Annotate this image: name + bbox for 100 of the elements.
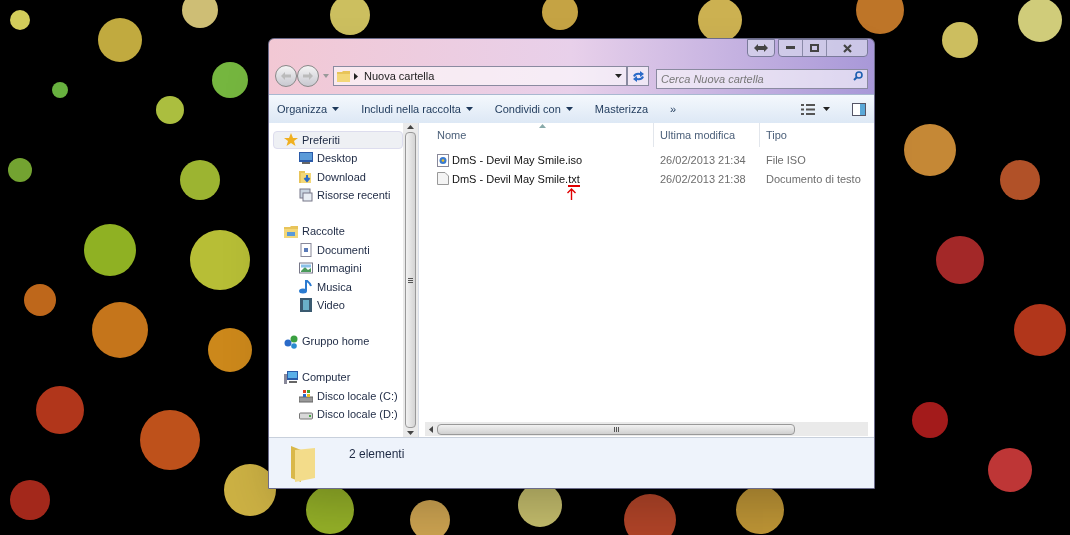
scroll-left-icon bbox=[429, 425, 433, 433]
forward-arrow-icon bbox=[303, 72, 313, 80]
bokeh-light bbox=[1000, 160, 1040, 200]
grip-icon bbox=[613, 426, 619, 432]
resize-button[interactable] bbox=[747, 39, 775, 57]
disc-file-icon bbox=[437, 153, 449, 167]
modified-date: 26/02/2013 21:38 bbox=[659, 171, 747, 187]
bokeh-light bbox=[190, 230, 250, 290]
chevron-icon bbox=[354, 72, 358, 80]
file-type: Documento di testo bbox=[765, 171, 862, 187]
recent-places-icon bbox=[299, 188, 313, 203]
column-header[interactable]: Tipo bbox=[759, 123, 874, 147]
address-bar[interactable]: Nuova cartella bbox=[333, 66, 627, 86]
grip-icon bbox=[408, 277, 413, 283]
bokeh-light bbox=[208, 328, 252, 372]
back-arrow-icon bbox=[281, 72, 291, 80]
bokeh-light bbox=[410, 500, 450, 535]
scroll-up-icon bbox=[407, 125, 414, 129]
search-icon bbox=[853, 71, 863, 81]
maximize-icon bbox=[810, 44, 819, 52]
column-header[interactable]: Ultima modifica bbox=[653, 123, 759, 147]
preview-pane-button[interactable] bbox=[850, 102, 868, 116]
sidebar-item[interactable]: Documenti bbox=[273, 240, 403, 259]
horizontal-scrollbar[interactable] bbox=[425, 422, 868, 436]
column-header[interactable]: Nome bbox=[433, 123, 653, 147]
sidebar-group[interactable]: Gruppo home bbox=[273, 332, 403, 351]
star-icon bbox=[284, 133, 298, 147]
breadcrumb-path[interactable]: Nuova cartella bbox=[364, 67, 611, 85]
scroll-down-icon bbox=[407, 431, 414, 435]
toolbar-button[interactable]: Condividi con bbox=[494, 100, 573, 118]
bokeh-light bbox=[856, 0, 904, 34]
search-field[interactable]: Cerca Nuova cartella bbox=[656, 69, 868, 89]
file-type: File ISO bbox=[765, 153, 807, 168]
sort-arrow-icon bbox=[539, 124, 546, 128]
refresh-arrows-icon bbox=[631, 70, 645, 82]
bokeh-light bbox=[84, 224, 136, 276]
toolbar-button[interactable]: Masterizza bbox=[594, 100, 649, 118]
modified-date: 26/02/2013 21:34 bbox=[659, 153, 747, 168]
library-folder-icon bbox=[284, 224, 298, 239]
sidebar-item[interactable]: Disco locale (C:) bbox=[273, 386, 403, 405]
bokeh-light bbox=[224, 464, 276, 516]
bokeh-light bbox=[98, 18, 142, 62]
bokeh-light bbox=[1014, 304, 1066, 356]
sidebar-group[interactable]: Computer bbox=[273, 368, 403, 387]
back-button[interactable] bbox=[275, 65, 297, 87]
bokeh-light bbox=[912, 402, 948, 438]
bokeh-light bbox=[52, 82, 68, 98]
toolbar-button[interactable]: » bbox=[670, 100, 677, 118]
refresh-button[interactable] bbox=[627, 66, 649, 86]
caret-icon bbox=[323, 74, 329, 78]
bokeh-light bbox=[140, 410, 200, 470]
bokeh-light bbox=[988, 448, 1032, 492]
bokeh-light bbox=[306, 486, 354, 534]
sidebar-item[interactable]: Risorse recenti bbox=[273, 186, 403, 205]
bokeh-light bbox=[936, 236, 984, 284]
monitor-icon bbox=[299, 151, 313, 166]
sidebar-item[interactable]: Download bbox=[273, 167, 403, 186]
bokeh-light bbox=[10, 10, 30, 30]
bokeh-light bbox=[10, 480, 50, 520]
sidebar-group[interactable]: Preferiti bbox=[273, 131, 403, 149]
film-icon bbox=[299, 298, 313, 313]
bokeh-light bbox=[156, 96, 184, 124]
bokeh-light bbox=[212, 62, 248, 98]
sidebar-item[interactable]: Video bbox=[273, 296, 403, 315]
dropdown-caret-icon bbox=[823, 107, 830, 111]
close-icon bbox=[842, 43, 852, 53]
sidebar-item[interactable]: Desktop bbox=[273, 149, 403, 168]
toolbar-button[interactable]: Organizza bbox=[277, 100, 340, 118]
scroll-thumb[interactable] bbox=[437, 423, 795, 435]
sidebar-item[interactable]: Musica bbox=[273, 277, 403, 296]
details-view-icon bbox=[801, 103, 815, 115]
bokeh-light bbox=[942, 22, 978, 58]
bokeh-light bbox=[36, 386, 84, 434]
homegroup-icon bbox=[284, 334, 298, 349]
bokeh-light bbox=[330, 0, 370, 35]
file-name[interactable]: DmS - Devil May Smile.txt bbox=[452, 172, 580, 187]
sidebar-item[interactable]: Immagini bbox=[273, 259, 403, 278]
windows-drive-icon bbox=[299, 388, 313, 403]
forward-button[interactable] bbox=[297, 65, 319, 87]
preview-pane-icon bbox=[852, 102, 866, 116]
vertical-scrollbar[interactable] bbox=[403, 123, 418, 437]
scroll-thumb[interactable] bbox=[405, 132, 416, 428]
bokeh-light bbox=[182, 0, 218, 28]
computer-icon bbox=[284, 370, 298, 385]
bokeh-light bbox=[736, 486, 784, 534]
picture-icon bbox=[299, 261, 313, 276]
music-note-icon bbox=[299, 279, 313, 294]
bokeh-light bbox=[904, 124, 956, 176]
sidebar-group[interactable]: Raccolte bbox=[273, 222, 403, 241]
item-count: 2 elementi bbox=[349, 446, 405, 463]
bokeh-light bbox=[1018, 0, 1062, 42]
toolbar-button[interactable]: Includi nella raccolta bbox=[361, 100, 473, 118]
bokeh-light bbox=[92, 302, 148, 358]
document-icon bbox=[299, 242, 313, 257]
folder-icon bbox=[337, 70, 350, 82]
bokeh-light bbox=[24, 284, 56, 316]
bokeh-light bbox=[542, 0, 578, 30]
minimize-icon bbox=[786, 46, 795, 50]
file-name[interactable]: DmS - Devil May Smile.iso bbox=[452, 154, 583, 166]
sidebar-item[interactable]: Disco locale (D:) bbox=[273, 405, 403, 424]
